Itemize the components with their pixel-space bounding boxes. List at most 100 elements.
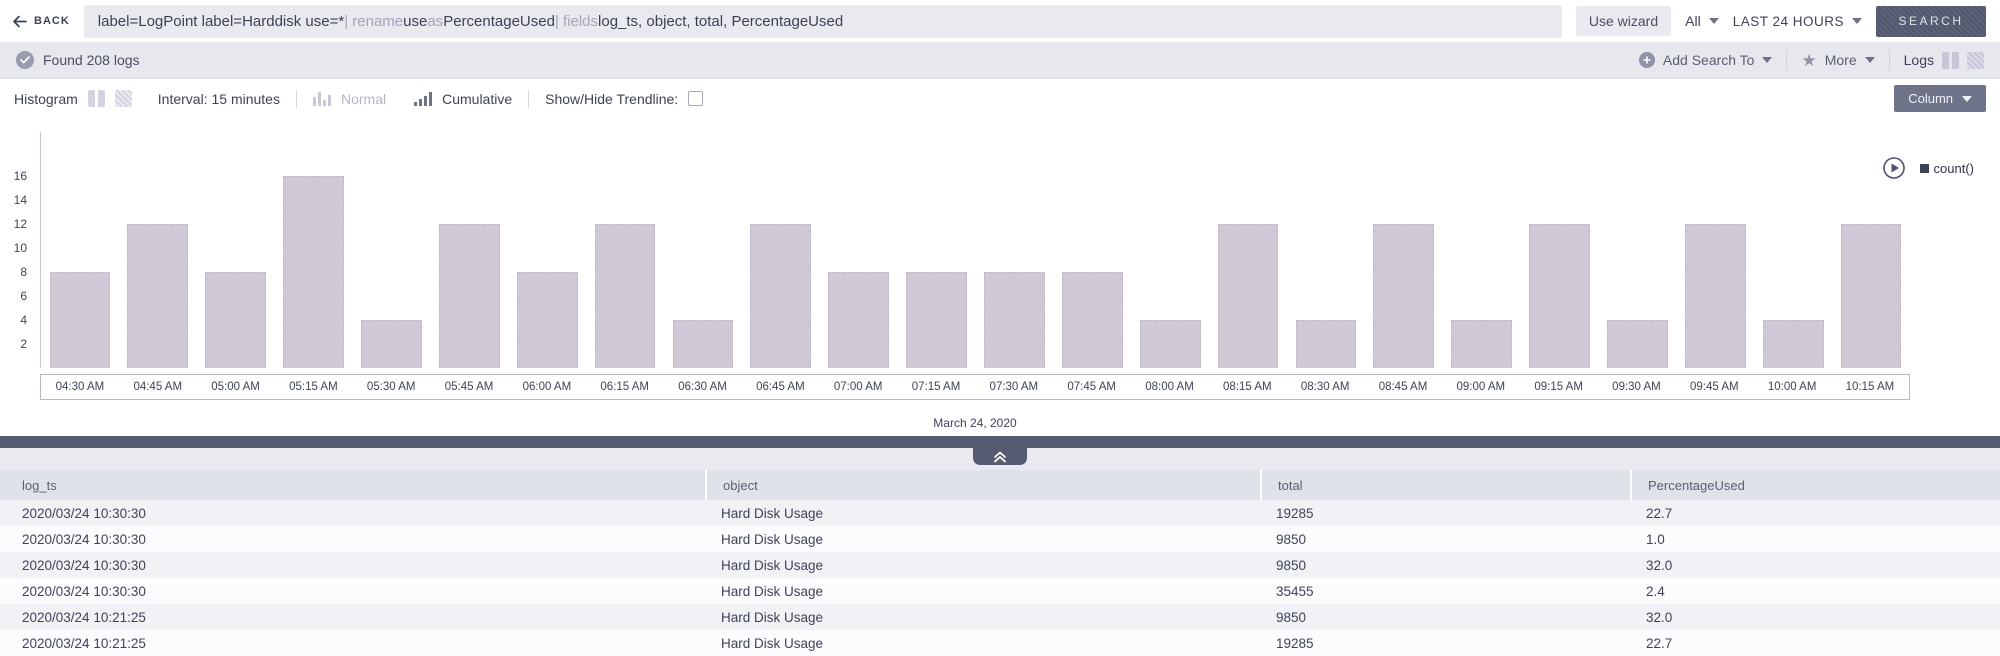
logs-column-view-icon[interactable] <box>1942 52 1959 69</box>
search-button[interactable]: SEARCH <box>1876 6 1986 37</box>
histogram-bar[interactable] <box>1451 320 1512 368</box>
cumulative-chart-icon <box>414 91 432 106</box>
table-row[interactable]: 2020/03/24 10:30:30Hard Disk Usage985032… <box>0 552 2000 578</box>
search-result-status: Found 208 logs <box>16 51 140 69</box>
logs-grid-view-icon[interactable] <box>1967 52 1984 69</box>
chevron-down-icon <box>1962 96 1972 102</box>
chevron-down-icon <box>1852 18 1862 24</box>
histogram-label: Histogram <box>14 91 78 107</box>
histogram-bar[interactable] <box>50 272 111 368</box>
histogram-bar[interactable] <box>828 272 889 368</box>
table-cell: 2020/03/24 10:21:25 <box>0 610 705 625</box>
table-cell: Hard Disk Usage <box>705 636 1260 651</box>
back-button[interactable]: BACK <box>12 15 70 28</box>
histogram-column-view-icon[interactable] <box>88 90 105 107</box>
use-wizard-button[interactable]: Use wizard <box>1576 6 1671 36</box>
histogram-bar[interactable] <box>517 272 578 368</box>
column-header-total[interactable]: total <box>1260 470 1630 500</box>
histogram-toolbar: Histogram Interval: 15 minutes Normal Cu… <box>0 78 2000 118</box>
bar-slot <box>197 132 275 368</box>
table-row[interactable]: 2020/03/24 10:21:25Hard Disk Usage192852… <box>0 630 2000 656</box>
bar-slot <box>1676 132 1754 368</box>
play-circle-icon[interactable] <box>1882 156 1906 180</box>
column-chart-type-dropdown[interactable]: Column <box>1894 85 1986 112</box>
histogram-bar[interactable] <box>1373 224 1434 368</box>
column-header-log_ts[interactable]: log_ts <box>0 470 705 500</box>
histogram-bar[interactable] <box>283 176 344 368</box>
histogram-bar[interactable] <box>205 272 266 368</box>
table-cell: 19285 <box>1260 636 1630 651</box>
histogram-bar[interactable] <box>1529 224 1590 368</box>
table-row[interactable]: 2020/03/24 10:21:25Hard Disk Usage985032… <box>0 604 2000 630</box>
histogram-bar[interactable] <box>673 320 734 368</box>
y-tick-label: 8 <box>20 265 27 279</box>
histogram-bar[interactable] <box>1607 320 1668 368</box>
y-tick-label: 4 <box>20 313 27 327</box>
more-menu[interactable]: ★ More <box>1801 52 1874 69</box>
plus-circle-icon <box>1639 52 1655 68</box>
table-cell: 9850 <box>1260 558 1630 573</box>
x-tick-label: 08:45 AM <box>1364 381 1442 393</box>
histogram-bar[interactable] <box>595 224 656 368</box>
query-segment: | rename <box>344 13 403 30</box>
add-search-to-menu[interactable]: Add Search To <box>1639 52 1773 68</box>
histogram-bar[interactable] <box>127 224 188 368</box>
histogram-bar[interactable] <box>906 272 967 368</box>
x-tick-label: 05:00 AM <box>197 381 275 393</box>
x-tick-label: 05:30 AM <box>352 381 430 393</box>
column-button-label: Column <box>1908 91 1953 106</box>
histogram-bar[interactable] <box>1763 320 1824 368</box>
x-tick-label: 10:15 AM <box>1831 381 1909 393</box>
search-query-input[interactable]: label=LogPoint label=Harddisk use=* | re… <box>84 5 1562 38</box>
histogram-bar[interactable] <box>1218 224 1279 368</box>
top-search-bar: BACK label=LogPoint label=Harddisk use=*… <box>0 0 2000 42</box>
trendline-checkbox[interactable] <box>688 91 703 106</box>
back-arrow-icon <box>12 15 27 28</box>
bar-slot <box>976 132 1054 368</box>
y-axis-ticks: 246810121416 <box>0 132 33 368</box>
histogram-bar[interactable] <box>1296 320 1357 368</box>
histogram-bar[interactable] <box>1140 320 1201 368</box>
bar-plot-area <box>40 132 1910 368</box>
bar-slot <box>742 132 820 368</box>
table-row[interactable]: 2020/03/24 10:30:30Hard Disk Usage354552… <box>0 578 2000 604</box>
logs-label: Logs <box>1904 52 1934 68</box>
normal-mode-button[interactable]: Normal <box>313 91 386 107</box>
table-cell: 1.0 <box>1630 532 2000 547</box>
x-tick-label: 07:30 AM <box>975 381 1053 393</box>
bar-slot <box>1521 132 1599 368</box>
histogram-bar[interactable] <box>1841 224 1902 368</box>
column-header-percentageused[interactable]: PercentageUsed <box>1630 470 2000 500</box>
x-tick-label: 08:30 AM <box>1286 381 1364 393</box>
table-row[interactable]: 2020/03/24 10:30:30Hard Disk Usage192852… <box>0 500 2000 526</box>
table-row[interactable]: 2020/03/24 10:30:30Hard Disk Usage98501.… <box>0 526 2000 552</box>
time-range-selected-value: LAST 24 HOURS <box>1733 14 1844 29</box>
chart-legend: count() <box>1882 156 1974 180</box>
table-cell: 2020/03/24 10:30:30 <box>0 532 705 547</box>
trendline-label: Show/Hide Trendline: <box>545 91 678 107</box>
column-header-object[interactable]: object <box>705 470 1260 500</box>
legend-series-label: count() <box>1934 161 1974 176</box>
x-tick-label: 05:45 AM <box>430 381 508 393</box>
histogram-grid-view-icon[interactable] <box>115 90 132 107</box>
histogram-bar[interactable] <box>1062 272 1123 368</box>
separator <box>296 90 297 108</box>
status-bar: Found 208 logs Add Search To ★ More Logs <box>0 42 2000 78</box>
bar-slot <box>41 132 119 368</box>
table-cell: 22.7 <box>1630 506 2000 521</box>
query-segment: use <box>403 13 427 30</box>
histogram-bar[interactable] <box>361 320 422 368</box>
collapse-panel-button[interactable] <box>973 448 1027 465</box>
cumulative-mode-button[interactable]: Cumulative <box>414 91 512 107</box>
x-tick-label: 09:45 AM <box>1675 381 1753 393</box>
x-tick-label: 09:00 AM <box>1442 381 1520 393</box>
scope-dropdown[interactable]: All <box>1685 13 1719 29</box>
time-range-dropdown[interactable]: LAST 24 HOURS <box>1733 14 1862 29</box>
histogram-bar[interactable] <box>750 224 811 368</box>
histogram-bar[interactable] <box>984 272 1045 368</box>
x-tick-label: 04:30 AM <box>41 381 119 393</box>
histogram-bar[interactable] <box>439 224 500 368</box>
cumulative-label: Cumulative <box>442 91 512 107</box>
histogram-bar[interactable] <box>1685 224 1746 368</box>
bar-slot <box>430 132 508 368</box>
